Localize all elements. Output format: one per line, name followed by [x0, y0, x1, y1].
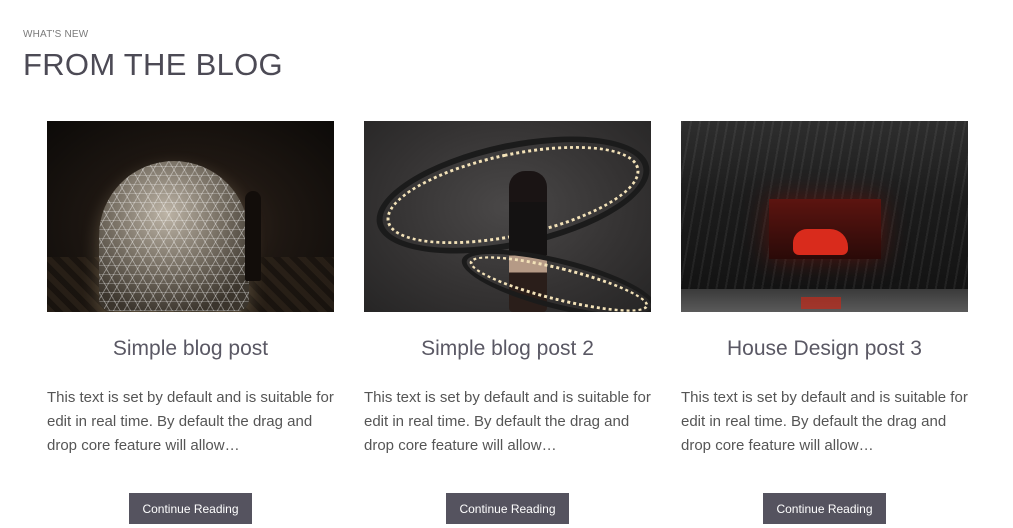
post-thumbnail-dome[interactable]	[47, 121, 334, 312]
section-header: WHAT'S NEW FROM THE BLOG	[23, 29, 283, 109]
blog-post-card: Simple blog post 2 This text is set by d…	[364, 121, 651, 524]
thumbnail-red-sofa	[793, 229, 848, 255]
thumbnail-reflection	[801, 297, 841, 309]
continue-reading-button[interactable]: Continue Reading	[446, 493, 569, 524]
section-title: FROM THE BLOG	[23, 47, 283, 82]
post-title[interactable]: Simple blog post	[113, 336, 268, 362]
post-excerpt: This text is set by default and is suita…	[681, 389, 968, 454]
continue-reading-button[interactable]: Continue Reading	[763, 493, 886, 524]
post-thumbnail-interior[interactable]	[681, 121, 968, 312]
blog-posts-list: Simple blog post This text is set by def…	[47, 121, 968, 524]
post-title[interactable]: House Design post 3	[727, 336, 922, 362]
section-eyebrow: WHAT'S NEW	[23, 29, 89, 40]
post-title[interactable]: Simple blog post 2	[421, 336, 594, 362]
blog-post-card: House Design post 3 This text is set by …	[681, 121, 968, 524]
post-excerpt: This text is set by default and is suita…	[364, 389, 651, 454]
thumbnail-person	[245, 191, 261, 281]
post-excerpt: This text is set by default and is suita…	[47, 389, 334, 454]
blog-post-card: Simple blog post This text is set by def…	[47, 121, 334, 524]
thumbnail-dome-shape	[99, 161, 249, 311]
post-thumbnail-light-ring[interactable]	[364, 121, 651, 312]
continue-reading-button[interactable]: Continue Reading	[129, 493, 252, 524]
